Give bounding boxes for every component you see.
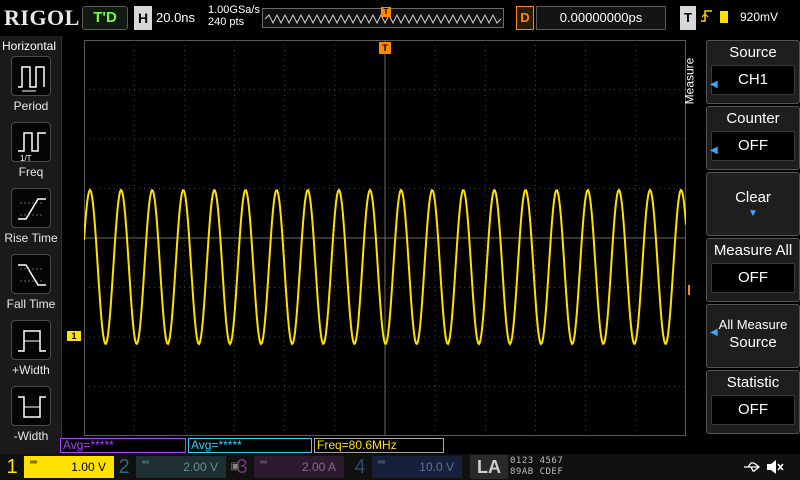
menu-clear[interactable]: Clear ▼	[706, 172, 800, 236]
ch1-offset-marker[interactable]: 1	[67, 331, 81, 341]
memory-points: 240 pts	[208, 16, 245, 28]
dc-coupling-icon: ═	[260, 457, 268, 468]
menu-all-measure-value: Source	[729, 334, 777, 351]
panel-title: Horizontal	[2, 39, 57, 53]
trigger-status-badge[interactable]: T'D	[82, 6, 128, 30]
ch1-scale[interactable]: ═ 1.00 V	[24, 456, 114, 478]
menu-measure-all[interactable]: Measure All OFF	[706, 238, 800, 302]
ch3-scale[interactable]: ═ 2.00 A	[254, 456, 344, 478]
rise-time-label: Rise Time	[4, 231, 58, 245]
negative-width-label: -Width	[13, 429, 49, 443]
measurement-1[interactable]: Avg=*****	[60, 438, 186, 453]
sample-rate: 1.00GSa/s	[208, 4, 260, 16]
menu-source-value: CH1	[711, 65, 795, 95]
rising-edge-icon	[700, 8, 714, 27]
ch3-number[interactable]: 3	[232, 454, 252, 480]
menu-clear-label: Clear	[735, 189, 771, 206]
trigger-position-marker[interactable]: T	[379, 42, 391, 54]
svg-text:1/T: 1/T	[20, 154, 32, 163]
ch4-scale[interactable]: ═ 10.0 V	[372, 456, 462, 478]
waveform-display[interactable]	[83, 40, 687, 436]
measure-negative-width-button[interactable]: -Width	[0, 386, 62, 443]
ch1-scale-value: 1.00 V	[71, 460, 106, 474]
la-bits-bottom: 89AB CDEF	[510, 467, 564, 477]
down-arrow-icon: ▼	[748, 208, 758, 219]
ch2-scale-value: 2.00 V	[183, 460, 218, 474]
left-arrow-icon: ◀	[710, 145, 718, 156]
measure-positive-width-button[interactable]: +Width	[0, 320, 62, 377]
menu-counter-value: OFF	[711, 131, 795, 161]
menu-statistic-value: OFF	[711, 395, 795, 425]
horizontal-measure-panel: Horizontal Period 1/T Freq Rise Time Fal…	[0, 36, 62, 456]
dc-coupling-icon: ═	[378, 457, 386, 468]
ch1-number[interactable]: 1	[2, 454, 22, 480]
measure-rise-time-button[interactable]: Rise Time	[0, 188, 62, 245]
menu-tab: Measure	[682, 40, 704, 124]
memory-overview-strip[interactable]: T	[262, 7, 504, 28]
menu-counter[interactable]: Counter ◀ OFF	[706, 106, 800, 170]
positive-width-label: +Width	[12, 363, 50, 377]
measurement-2[interactable]: Avg=*****	[188, 438, 312, 453]
top-status-bar: RIGOL T'D H 20.0ns 1.00GSa/s 240 pts T D…	[0, 0, 800, 36]
ch2-number[interactable]: 2	[114, 454, 134, 480]
timebase-value[interactable]: 20.0ns	[156, 10, 195, 25]
delay-label: D	[516, 6, 534, 30]
measurement-bar: Avg=***** Avg=***** Freq=80.6MHz	[60, 438, 700, 454]
graticule	[83, 40, 687, 436]
left-arrow-icon: ◀	[710, 79, 718, 90]
trigger-level-value[interactable]: 920mV	[740, 10, 778, 24]
usb-icon	[742, 460, 762, 474]
period-icon	[11, 56, 51, 96]
ch4-scale-value: 10.0 V	[419, 460, 454, 474]
positive-width-icon	[11, 320, 51, 360]
channel-status-bar: 1 ═ 1.00 V 2 ═ 2.00 V ▣ 3 ═ 2.00 A 4 ═ 1…	[0, 454, 800, 480]
rise-time-icon	[11, 188, 51, 228]
speaker-muted-icon[interactable]	[766, 459, 784, 475]
negative-width-icon	[11, 386, 51, 426]
dc-coupling-icon: ═	[30, 457, 38, 468]
menu-counter-label: Counter	[726, 110, 780, 127]
trigger-source-icon	[718, 10, 730, 24]
period-label: Period	[13, 99, 49, 113]
logic-analyzer-channels: 0123 4567 89AB CDEF	[510, 456, 563, 478]
dc-coupling-icon: ═	[142, 457, 150, 468]
delay-value[interactable]: 0.00000000ps	[536, 6, 666, 30]
measurement-3[interactable]: Freq=80.6MHz	[314, 438, 444, 453]
acquisition-info: 1.00GSa/s 240 pts	[208, 4, 260, 28]
menu-source-label: Source	[729, 44, 777, 61]
horizontal-label: H	[134, 6, 152, 30]
menu-measure-all-label: Measure All	[713, 242, 793, 259]
brand-logo: RIGOL	[4, 5, 80, 30]
ch3-scale-value: 2.00 A	[301, 460, 336, 474]
menu-source[interactable]: Source ◀ CH1	[706, 40, 800, 104]
menu-measure-all-value: OFF	[711, 263, 795, 293]
menu-tab-label: Measure	[682, 57, 697, 105]
ch4-number[interactable]: 4	[350, 454, 370, 480]
measure-fall-time-button[interactable]: Fall Time	[0, 254, 62, 311]
measure-frequency-button[interactable]: 1/T Freq	[0, 122, 62, 179]
left-arrow-icon: ◀	[710, 327, 718, 338]
menu-statistic[interactable]: Statistic OFF	[706, 370, 800, 434]
frequency-icon: 1/T	[11, 122, 51, 163]
la-bits-top: 0123 4567	[510, 456, 564, 466]
ch2-scale[interactable]: ═ 2.00 V ▣	[136, 456, 240, 478]
fall-time-label: Fall Time	[6, 297, 56, 311]
menu-statistic-label: Statistic	[726, 374, 780, 391]
fall-time-icon	[11, 254, 51, 294]
measure-period-button[interactable]: Period	[0, 56, 62, 113]
memory-trigger-marker: T	[381, 7, 391, 17]
trigger-label: T	[680, 6, 696, 30]
frequency-label: Freq	[18, 165, 44, 179]
logic-analyzer-button[interactable]: LA	[470, 455, 508, 479]
menu-all-measure-source[interactable]: All Measure ◀ Source	[706, 304, 800, 368]
menu-all-measure-label: All Measure	[718, 317, 788, 332]
measure-menu: Measure Source ◀ CH1 Counter ◀ OFF Clear…	[682, 40, 800, 436]
